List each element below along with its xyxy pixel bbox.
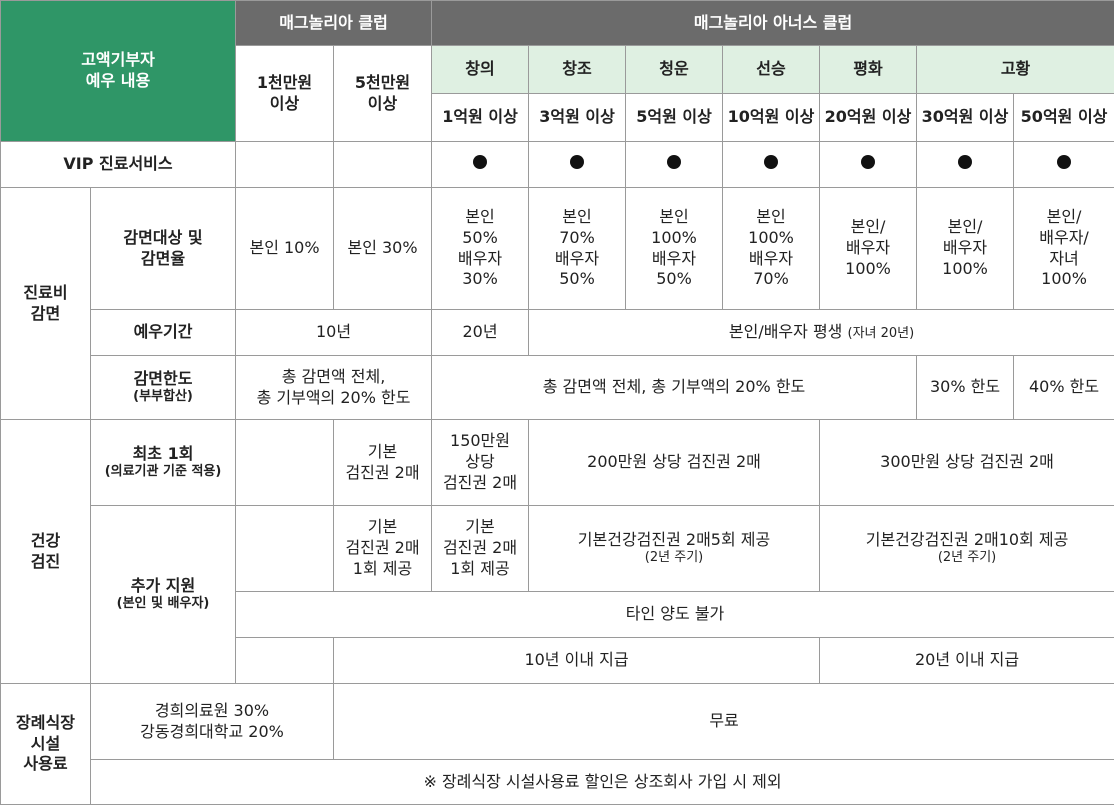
first-50m: 기본 검진권 2매 bbox=[333, 419, 433, 506]
period-20y: 20년 bbox=[431, 309, 530, 356]
filled-circle-icon bbox=[958, 155, 973, 170]
reduction-value: 본인/ 배우자 100% bbox=[916, 187, 1015, 310]
grade-creativity: 창의 bbox=[431, 45, 530, 94]
limit-sub: (부부합산) bbox=[133, 389, 193, 405]
period-lifetime-main: 본인/배우자 평생 bbox=[728, 322, 843, 342]
magnolia-club-header: 매그놀리아 클럽 bbox=[235, 0, 433, 46]
first-high: 300만원 상당 검진권 2매 bbox=[819, 419, 1114, 506]
first-label-cell: 최초 1회 (의료기관 기준 적용) bbox=[89, 419, 237, 506]
reduction-value: 본인 30% bbox=[333, 187, 433, 310]
limit-d: 40% 한도 bbox=[1013, 355, 1114, 420]
reduction-value: 본인 100% 배우자 50% bbox=[625, 187, 724, 310]
limit-a: 총 감면액 전체, 총 기부액의 20% 한도 bbox=[235, 355, 433, 420]
vip-cell bbox=[431, 141, 530, 188]
amount-50: 50억원 이상 bbox=[1013, 93, 1114, 142]
first-sub: (의료기관 기준 적용) bbox=[104, 464, 222, 480]
amount-20: 20억원 이상 bbox=[819, 93, 918, 142]
limit-label-cell: 감면한도 (부부합산) bbox=[89, 355, 237, 420]
funeral-free: 무료 bbox=[333, 683, 1114, 760]
within-10m-empty bbox=[235, 637, 335, 684]
period-lifetime-note: (자녀 20년) bbox=[847, 326, 915, 342]
vip-cell-empty bbox=[333, 141, 433, 188]
extra-sub: (본인 및 배우자) bbox=[116, 596, 210, 612]
first-mid: 200만원 상당 검진권 2매 bbox=[528, 419, 821, 506]
vip-cell bbox=[528, 141, 627, 188]
amount-10: 10억원 이상 bbox=[722, 93, 821, 142]
extra-50m: 기본 검진권 2매 1회 제공 bbox=[333, 505, 433, 592]
amount-30: 30억원 이상 bbox=[916, 93, 1015, 142]
reduction-value: 본인 70% 배우자 50% bbox=[528, 187, 627, 310]
filled-circle-icon bbox=[764, 155, 779, 170]
extra-creativity: 기본 검진권 2매 1회 제공 bbox=[431, 505, 530, 592]
no-transfer: 타인 양도 불가 bbox=[235, 591, 1114, 638]
vip-cell bbox=[819, 141, 918, 188]
filled-circle-icon bbox=[667, 155, 682, 170]
vip-cell bbox=[722, 141, 821, 188]
funeral-discount: 경희의료원 30% 강동경희대학교 20% bbox=[89, 683, 335, 760]
reduction-target-label: 감면대상 및 감면율 bbox=[89, 187, 237, 310]
amount-3: 3억원 이상 bbox=[528, 93, 627, 142]
filled-circle-icon bbox=[570, 155, 585, 170]
grade-creation: 창조 bbox=[528, 45, 627, 94]
extra-high-main: 기본건강검진권 2매10회 제공 bbox=[865, 529, 1069, 549]
reduction-value: 본인 50% 배우자 30% bbox=[431, 187, 530, 310]
vip-cell bbox=[916, 141, 1015, 188]
reduction-value: 본인/ 배우자/ 자녀 100% bbox=[1013, 187, 1114, 310]
period-lifetime: 본인/배우자 평생 (자녀 20년) bbox=[528, 309, 1114, 356]
extra-mid-note: (2년 주기) bbox=[644, 550, 704, 566]
honors-club-header: 매그놀리아 아너스 클럽 bbox=[431, 0, 1114, 46]
period-10y: 10년 bbox=[235, 309, 433, 356]
extra-mid: 기본건강검진권 2매5회 제공 (2년 주기) bbox=[528, 505, 821, 592]
tier-50m: 5천만원 이상 bbox=[333, 45, 433, 142]
grade-seonseung: 선승 bbox=[722, 45, 821, 94]
medical-group-label: 진료비 감면 bbox=[0, 187, 91, 420]
health-group-label: 건강 검진 bbox=[0, 419, 91, 684]
donor-benefits-table: 고액기부자 예우 내용 매그놀리아 클럽 매그놀리아 아너스 클럽 1천만원 이… bbox=[0, 0, 1114, 805]
reduction-value: 본인 10% bbox=[235, 187, 335, 310]
filled-circle-icon bbox=[861, 155, 876, 170]
funeral-label: 장례식장 시설 사용료 bbox=[0, 683, 91, 805]
reduction-value: 본인/ 배우자 100% bbox=[819, 187, 918, 310]
limit-b: 총 감면액 전체, 총 기부액의 20% 한도 bbox=[431, 355, 918, 420]
limit-c: 30% 한도 bbox=[916, 355, 1015, 420]
tier-10m: 1천만원 이상 bbox=[235, 45, 335, 142]
amount-5: 5억원 이상 bbox=[625, 93, 724, 142]
extra-10m-empty bbox=[235, 505, 335, 592]
first-10m-empty bbox=[235, 419, 335, 506]
header-corner: 고액기부자 예우 내용 bbox=[0, 0, 237, 142]
within-10y: 10년 이내 지급 bbox=[333, 637, 821, 684]
vip-label: VIP 진료서비스 bbox=[0, 141, 237, 188]
first-label: 최초 1회 bbox=[132, 443, 194, 463]
first-creativity: 150만원 상당 검진권 2매 bbox=[431, 419, 530, 506]
funeral-note: ※ 장례식장 시설사용료 할인은 상조회사 가입 시 제외 bbox=[89, 759, 1114, 805]
extra-mid-main: 기본건강검진권 2매5회 제공 bbox=[577, 529, 771, 549]
period-label: 예우기간 bbox=[89, 309, 237, 356]
vip-cell bbox=[1013, 141, 1114, 188]
extra-label: 추가 지원 bbox=[130, 575, 196, 595]
within-20y: 20년 이내 지급 bbox=[819, 637, 1114, 684]
grade-cheongun: 청운 bbox=[625, 45, 724, 94]
vip-cell bbox=[625, 141, 724, 188]
filled-circle-icon bbox=[473, 155, 488, 170]
extra-high-note: (2년 주기) bbox=[937, 550, 997, 566]
extra-label-cell: 추가 지원 (본인 및 배우자) bbox=[89, 505, 237, 684]
filled-circle-icon bbox=[1057, 155, 1072, 170]
extra-high: 기본건강검진권 2매10회 제공 (2년 주기) bbox=[819, 505, 1114, 592]
grade-peace: 평화 bbox=[819, 45, 918, 94]
limit-label: 감면한도 bbox=[133, 368, 193, 388]
amount-1: 1억원 이상 bbox=[431, 93, 530, 142]
reduction-value: 본인 100% 배우자 70% bbox=[722, 187, 821, 310]
vip-cell-empty bbox=[235, 141, 335, 188]
grade-gohwang: 고황 bbox=[916, 45, 1114, 94]
